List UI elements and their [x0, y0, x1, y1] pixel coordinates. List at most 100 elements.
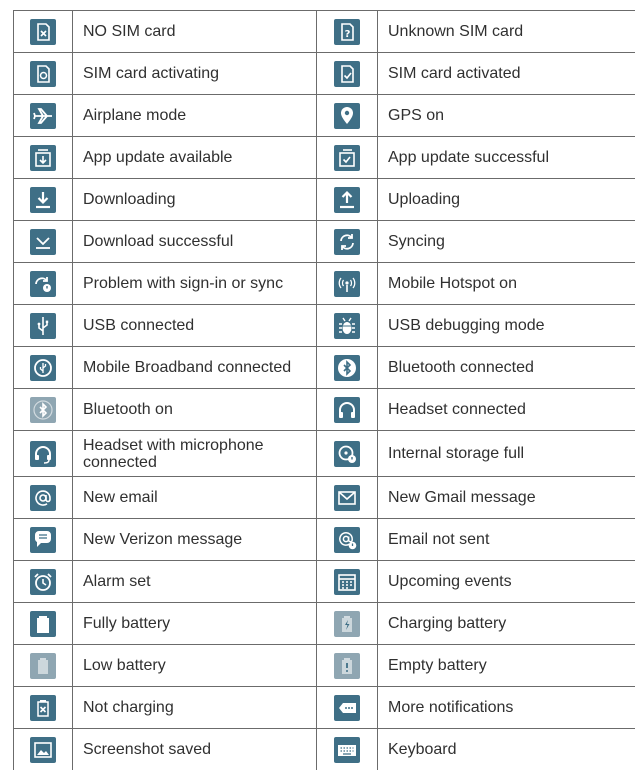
mobile-broadband-icon: [30, 354, 56, 381]
icon-cell: [13, 346, 73, 389]
icon-cell: [316, 136, 378, 179]
icon-cell: [316, 346, 378, 389]
icon-cell: [316, 602, 378, 645]
icon-label: New email: [72, 476, 317, 519]
icon-label: SIM card activating: [72, 52, 317, 95]
sim-x-icon: [30, 18, 56, 45]
table-row: Problem with sign-in or sync Mobile Hotsp…: [13, 262, 635, 305]
app-update-icon: [30, 144, 56, 171]
icon-label: Email not sent: [377, 518, 635, 561]
icon-cell: [316, 304, 378, 347]
icon-label: Mobile Hotspot on: [377, 262, 635, 305]
icon-label: Low battery: [72, 644, 317, 687]
battery-not-charging-icon: [30, 694, 56, 721]
location-pin-icon: [334, 102, 360, 129]
table-row: SIM card activating SIM card activated: [13, 52, 635, 95]
icon-cell: [13, 94, 73, 137]
storage-full-icon: [334, 440, 360, 467]
icon-cell: [13, 388, 73, 431]
icon-cell: [13, 220, 73, 263]
icon-label: Not charging: [72, 686, 317, 729]
icon-label: Alarm set: [72, 560, 317, 603]
icon-cell: [316, 560, 378, 603]
icon-cell: [13, 178, 73, 221]
app-update-success-icon: [334, 144, 360, 171]
icon-label: Screenshot saved: [72, 728, 317, 770]
icon-label: Airplane mode: [72, 94, 317, 137]
icon-label: Uploading: [377, 178, 635, 221]
table-row: New Verizon message Email not sent: [13, 518, 635, 561]
table-row: Download successful Syncing: [13, 220, 635, 263]
icon-reference-page: NO SIM card? Unknown SIM card SIM card act…: [0, 0, 635, 773]
icon-cell: ?: [316, 10, 378, 53]
table-row: App update available App update successfu…: [13, 136, 635, 179]
alarm-icon: [30, 568, 56, 595]
table-row: Fully battery Charging battery: [13, 602, 635, 645]
battery-low-icon: [30, 652, 56, 679]
icon-cell: [316, 388, 378, 431]
upload-icon: [334, 186, 360, 213]
icon-cell: [13, 304, 73, 347]
table-row: Not charging More notifications: [13, 686, 635, 729]
sim-sync-icon: [30, 60, 56, 87]
screenshot-icon: [30, 736, 56, 763]
icon-label: Headset connected: [377, 388, 635, 431]
table-row: Alarm set Upcoming events: [13, 560, 635, 603]
sync-problem-icon: [30, 270, 56, 297]
icon-label: Problem with sign-in or sync: [72, 262, 317, 305]
more-notifications-icon: [334, 694, 360, 721]
icon-cell: [316, 476, 378, 519]
table-row: Bluetooth on Headset connected: [13, 388, 635, 431]
headset-icon: [334, 396, 360, 423]
email-error-icon: [334, 526, 360, 553]
email-icon: [30, 484, 56, 511]
keyboard-icon: [334, 736, 360, 763]
icon-cell: [316, 220, 378, 263]
sim-question-icon: ?: [334, 18, 360, 45]
icon-label: Keyboard: [377, 728, 635, 770]
icon-cell: [316, 178, 378, 221]
airplane-icon: [30, 102, 56, 129]
table-row: Screenshot saved Keyboard: [13, 728, 635, 770]
icon-label: New Gmail message: [377, 476, 635, 519]
icon-label: New Verizon message: [72, 518, 317, 561]
icon-cell: [316, 94, 378, 137]
icon-cell: [13, 430, 73, 477]
sim-check-icon: [334, 60, 360, 87]
hotspot-icon: [334, 270, 360, 297]
battery-empty-icon: [334, 652, 360, 679]
icon-cell: [13, 728, 73, 770]
icon-label: Bluetooth on: [72, 388, 317, 431]
icon-label: Empty battery: [377, 644, 635, 687]
icon-label: Internal storage full: [377, 430, 635, 477]
icon-label: App update available: [72, 136, 317, 179]
icon-cell: [316, 686, 378, 729]
icon-label: App update successful: [377, 136, 635, 179]
battery-charging-icon: [334, 610, 360, 637]
table-row: Downloading Uploading: [13, 178, 635, 221]
icon-cell: [13, 602, 73, 645]
icon-cell: [316, 518, 378, 561]
icon-cell: [13, 560, 73, 603]
table-row: USB connected USB debugging mode: [13, 304, 635, 347]
sync-icon: [334, 228, 360, 255]
icon-cell: [13, 136, 73, 179]
download-done-icon: [30, 228, 56, 255]
status-icon-table: NO SIM card? Unknown SIM card SIM card act…: [13, 10, 635, 770]
icon-label: Upcoming events: [377, 560, 635, 603]
icon-label: Download successful: [72, 220, 317, 263]
gmail-icon: [334, 484, 360, 511]
icon-label: More notifications: [377, 686, 635, 729]
icon-label: Charging battery: [377, 602, 635, 645]
icon-label: NO SIM card: [72, 10, 317, 53]
icon-cell: [316, 52, 378, 95]
icon-label: Downloading: [72, 178, 317, 221]
icon-label: Fully battery: [72, 602, 317, 645]
icon-cell: [13, 644, 73, 687]
table-row: Low battery Empty battery: [13, 644, 635, 687]
headset-mic-icon: [30, 440, 56, 467]
bluetooth-icon: [30, 396, 56, 423]
table-row: Airplane mode GPS on: [13, 94, 635, 137]
icon-cell: [316, 728, 378, 770]
svg-text:?: ?: [345, 29, 351, 40]
